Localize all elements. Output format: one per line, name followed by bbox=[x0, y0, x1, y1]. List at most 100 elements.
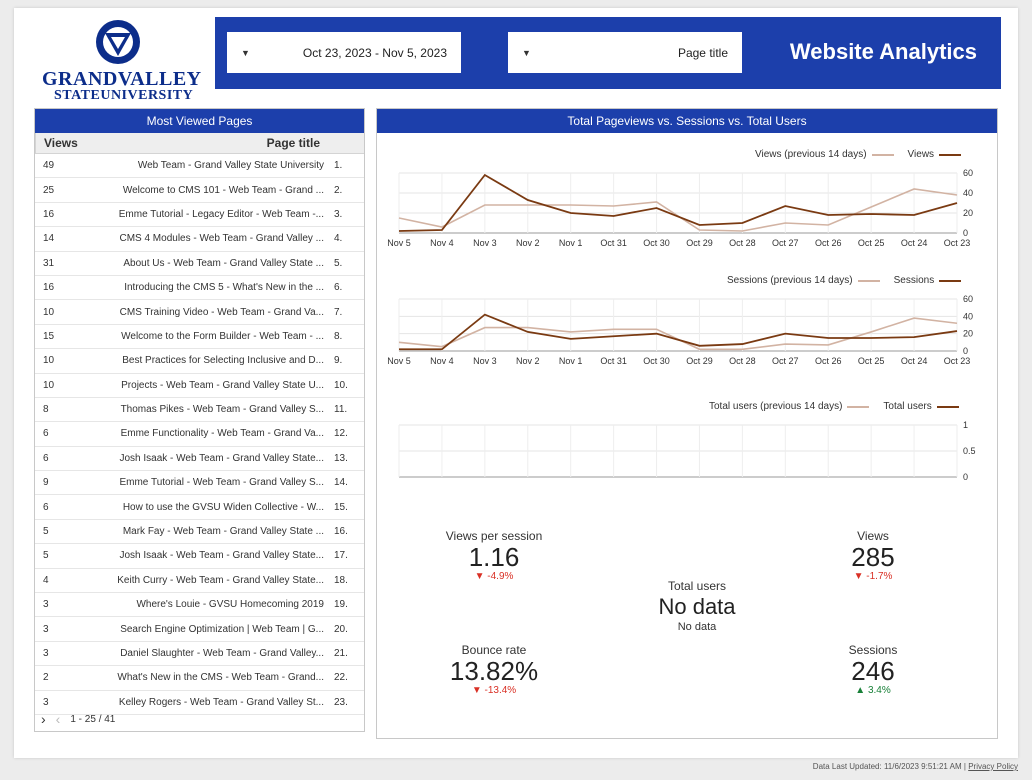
row-views: 5 bbox=[43, 526, 49, 538]
table-row[interactable]: 16 Emme Tutorial - Legacy Editor - Web Te… bbox=[35, 203, 364, 228]
row-page-title: Welcome to the Form Builder - Web Team -… bbox=[121, 330, 324, 342]
row-page-title: Web Team - Grand Valley State University bbox=[137, 160, 324, 172]
y-tick-label: 60 bbox=[963, 168, 973, 178]
traffic-panel-title: Total Pageviews vs. Sessions vs. Total U… bbox=[377, 109, 997, 133]
table-row[interactable]: 25 Welcome to CMS 101 - Web Team - Grand … bbox=[35, 178, 364, 203]
gvsu-emblem-icon bbox=[96, 20, 140, 64]
sessions-line-chart: 0 20 40 60 Oct 23 Oct 24 Oct 25 Oct 26 Oct 27 Oct… bbox=[387, 294, 973, 366]
most-viewed-table: Most Viewed Pages Views Page title 49 Web… bbox=[34, 108, 365, 732]
legend-item-views[interactable]: Views bbox=[908, 149, 962, 160]
metric-value: 1.16 bbox=[468, 542, 520, 572]
legend-item-users[interactable]: Total users bbox=[883, 401, 959, 412]
y-tick-label: 40 bbox=[963, 188, 973, 198]
header-bar: ▼ Oct 23, 2023 - Nov 5, 2023 ▼ Page titl… bbox=[215, 17, 1001, 89]
metric-views: Views 285 ▼ -1.7% bbox=[823, 529, 923, 582]
table-row[interactable]: 15 Welcome to the Form Builder - Web Team… bbox=[35, 325, 364, 350]
arrow-up-icon: ▲ bbox=[855, 685, 866, 696]
row-page-title: Best Practices for Selecting Inclusive a… bbox=[122, 355, 324, 367]
table-row[interactable]: 6 Emme Functionality - Web Team - Grand V… bbox=[35, 422, 364, 447]
x-tick-label: Nov 5 bbox=[387, 356, 411, 366]
metric-delta: ▼ -4.9% bbox=[474, 571, 514, 582]
series-line-views-previous-14-days bbox=[398, 188, 958, 232]
row-rank: 8. bbox=[334, 330, 343, 342]
table-row[interactable]: 6 How to use the GVSU Widen Collective - … bbox=[35, 495, 364, 520]
row-views: 3 bbox=[43, 648, 49, 659]
chevron-down-icon: ▼ bbox=[522, 47, 531, 58]
table-row[interactable]: 14 CMS 4 Modules - Web Team - Grand Valle… bbox=[35, 227, 364, 252]
row-views: 5 bbox=[43, 550, 49, 562]
date-range-selector[interactable]: ▼ Oct 23, 2023 - Nov 5, 2023 bbox=[227, 32, 461, 73]
column-header-views[interactable]: Views bbox=[35, 133, 96, 153]
row-views: 9 bbox=[43, 477, 49, 489]
row-page-title: Projects - Web Team - Grand Valley State… bbox=[121, 379, 324, 391]
row-page-title: Emme Tutorial - Legacy Editor - Web Team… bbox=[118, 208, 324, 220]
table-row[interactable]: 2 What's New in the CMS - Web Team - Gran… bbox=[35, 666, 364, 691]
row-views: 4 bbox=[43, 574, 49, 586]
legend-item-sessions[interactable]: Sessions bbox=[894, 275, 962, 286]
table-row[interactable]: 9 Emme Tutorial - Web Team - Grand Valley… bbox=[35, 471, 364, 496]
table-header: Views Page title bbox=[35, 133, 364, 154]
row-page-title: How to use the GVSU Widen Collective - W… bbox=[122, 501, 324, 513]
row-views: 16 bbox=[43, 282, 55, 294]
table-row[interactable]: 10 Projects - Web Team - Grand Valley Sta… bbox=[35, 374, 364, 398]
next-page-button[interactable]: › bbox=[41, 711, 46, 727]
row-page-title: CMS Training Video - Web Team - Grand Va… bbox=[119, 306, 324, 318]
row-rank: 17. bbox=[334, 550, 348, 562]
y-tick-label: 1 bbox=[963, 420, 968, 430]
x-tick-label: Oct 29 bbox=[686, 356, 713, 366]
table-row[interactable]: 3 Daniel Slaughter - Web Team - Grand Val… bbox=[35, 642, 364, 667]
table-row[interactable]: 3 Where's Louie - GVSU Homecoming 2019 19. bbox=[35, 593, 364, 618]
table-row[interactable]: 3 Search Engine Optimization | Web Team |… bbox=[35, 617, 364, 642]
column-header-page-title[interactable]: Page title bbox=[96, 136, 364, 150]
x-tick-label: Oct 31 bbox=[600, 356, 627, 366]
table-row[interactable]: 5 Josh Isaak - Web Team - Grand Valley St… bbox=[35, 544, 364, 569]
legend-item-views-previous[interactable]: Views (previous 14 days) bbox=[755, 149, 894, 160]
row-rank: 5. bbox=[334, 257, 343, 269]
metric-sub: No data bbox=[677, 621, 717, 633]
users-line-chart: 00.51 bbox=[398, 420, 976, 482]
table-row[interactable]: 5 Mark Fay - Web Team - Grand Valley Stat… bbox=[35, 520, 364, 545]
row-page-title: Introducing the CMS 5 - What's New in th… bbox=[124, 282, 324, 294]
privacy-policy-link[interactable]: Privacy Policy bbox=[968, 762, 1018, 771]
legend-item-users-previous[interactable]: Total users (previous 14 days) bbox=[709, 401, 870, 412]
table-row[interactable]: 31 About Us - Web Team - Grand Valley Sta… bbox=[35, 252, 364, 276]
metric-value: 246 bbox=[851, 656, 895, 686]
row-rank: 4. bbox=[334, 233, 343, 245]
row-rank: 12. bbox=[334, 428, 348, 440]
row-rank: 18. bbox=[334, 574, 348, 586]
table-row[interactable]: 10 Best Practices for Selecting Inclusive… bbox=[35, 349, 364, 374]
row-views: 6 bbox=[43, 452, 49, 464]
x-tick-label: Oct 28 bbox=[729, 356, 756, 366]
row-rank: 23. bbox=[334, 696, 348, 708]
row-page-title: Josh Isaak - Web Team - Grand Valley Sta… bbox=[119, 452, 324, 464]
table-row[interactable]: 49 Web Team - Grand Valley State Universi… bbox=[35, 154, 364, 179]
table-row[interactable]: 16 Introducing the CMS 5 - What's New in … bbox=[35, 276, 364, 301]
table-body: 4 9 Web Team - Grand Valley State Universi… bbox=[35, 154, 364, 715]
page-title-filter[interactable]: ▼ Page title bbox=[508, 32, 742, 73]
gvsu-logo: GRANDVALLEY STATEUNIVERSITY bbox=[38, 16, 201, 103]
prev-page-button[interactable]: ‹ bbox=[56, 711, 61, 727]
metric-views-per-session: Views per session 1.16 ▼ -4.9% bbox=[429, 529, 559, 582]
legend-item-sessions-previous[interactable]: Sessions (previous 14 days) bbox=[727, 275, 880, 286]
x-tick-label: Nov 3 bbox=[473, 356, 497, 366]
metric-label: Views per session bbox=[445, 529, 543, 543]
y-tick-label: 60 bbox=[963, 294, 973, 304]
last-updated: Data Last Updated: 11/6/2023 9:51:21 AM bbox=[812, 762, 962, 771]
table-row[interactable]: 4 Keith Curry - Web Team - Grand Valley S… bbox=[35, 569, 364, 594]
metric-value: No data bbox=[658, 594, 736, 619]
row-page-title: Emme Tutorial - Web Team - Grand Valley … bbox=[119, 477, 324, 489]
row-page-title: Where's Louie - GVSU Homecoming 2019 bbox=[136, 599, 324, 611]
table-row[interactable]: 6 Josh Isaak - Web Team - Grand Valley St… bbox=[35, 447, 364, 472]
row-views: 10 bbox=[43, 379, 55, 391]
x-tick-label: Nov 5 bbox=[387, 238, 411, 248]
sessions-legend: Sessions (previous 14 days) Sessions bbox=[727, 275, 962, 286]
row-views: 3 bbox=[43, 623, 49, 635]
table-row[interactable]: 10 CMS Training Video - Web Team - Grand … bbox=[35, 300, 364, 325]
row-page-title: CMS 4 Modules - Web Team - Grand Valley … bbox=[119, 233, 324, 245]
metric-label: Bounce rate bbox=[461, 643, 527, 657]
table-row[interactable]: 8 Thomas Pikes - Web Team - Grand Valley … bbox=[35, 398, 364, 423]
y-tick-label: 0 bbox=[963, 228, 968, 238]
x-tick-label: Nov 1 bbox=[559, 238, 583, 248]
x-tick-label: Oct 29 bbox=[686, 238, 713, 248]
row-rank: 13. bbox=[334, 452, 348, 464]
